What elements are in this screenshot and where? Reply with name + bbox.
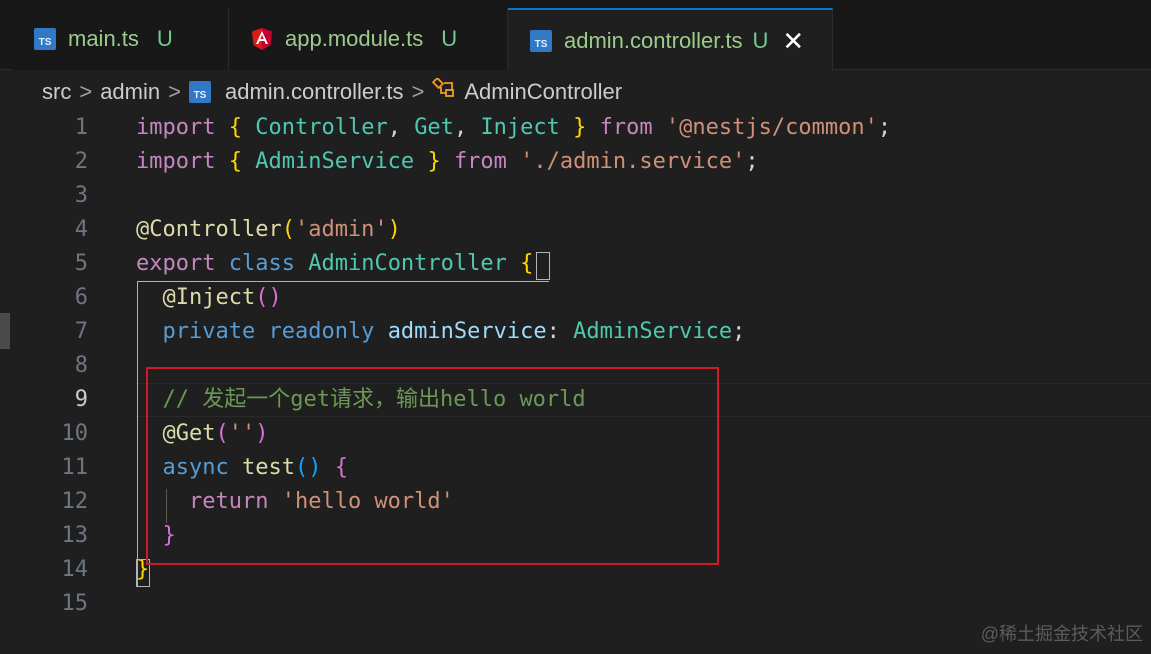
tab-main-ts[interactable]: TS main.ts U (12, 8, 229, 70)
line-number: 14 (61, 557, 89, 582)
code-line: 3 (0, 179, 1151, 213)
line-number: 11 (61, 455, 89, 480)
line-number: 9 (74, 387, 88, 412)
untracked-badge: U (441, 26, 458, 51)
code-text: @Inject() (162, 285, 282, 310)
code-text: import { AdminService } from './admin.se… (136, 149, 759, 174)
code-text: private readonly adminService: AdminServ… (162, 319, 746, 344)
line-number: 2 (74, 149, 88, 174)
code-line: 5 export class AdminController { (0, 247, 1151, 281)
line-number: 10 (61, 421, 89, 446)
tab-admin-controller-ts[interactable]: TS admin.controller.ts U ✕ (508, 8, 833, 71)
line-number: 4 (74, 217, 88, 242)
code-line: 2 import { AdminService } from './admin.… (0, 145, 1151, 179)
typescript-icon: TS (530, 29, 552, 52)
breadcrumb-item-src[interactable]: src (42, 79, 71, 105)
code-text: import { Controller, Get, Inject } from … (136, 115, 892, 140)
class-symbol-icon (432, 76, 458, 106)
code-line: 15 (0, 587, 1151, 621)
code-line: 6 @Inject() (0, 281, 1151, 315)
editor-tab-bar: TS main.ts U app.module.ts U TS admin.co… (0, 0, 1151, 71)
matching-bracket-open (536, 252, 550, 280)
code-line: 1 import { Controller, Get, Inject } fro… (0, 111, 1151, 145)
code-line: 7 private readonly adminService: AdminSe… (0, 315, 1151, 349)
breadcrumb-item-symbol[interactable]: AdminController (464, 79, 622, 105)
line-number: 1 (74, 115, 88, 140)
chevron-right-icon: > (411, 79, 425, 104)
bracket-pair-guide-top (137, 281, 549, 283)
chevron-right-icon: > (168, 79, 181, 104)
code-line: 4 @Controller('admin') (0, 213, 1151, 247)
line-number: 3 (74, 183, 88, 208)
typescript-icon: TS (188, 81, 211, 103)
untracked-badge: U (752, 27, 769, 53)
code-text: export class AdminController { (136, 251, 534, 276)
close-icon[interactable]: ✕ (782, 28, 804, 54)
untracked-badge: U (156, 26, 173, 51)
line-number: 6 (74, 285, 88, 310)
line-number: 12 (61, 489, 89, 514)
typescript-icon: TS (34, 28, 56, 50)
line-number: 7 (74, 319, 88, 344)
tab-label: admin.controller.ts (564, 27, 743, 53)
tab-label: main.ts (68, 26, 139, 51)
annotation-highlight-box (146, 367, 719, 565)
breadcrumb-item-admin[interactable]: admin (100, 79, 160, 105)
line-number: 8 (74, 353, 88, 378)
line-number: 15 (61, 591, 89, 616)
tab-app-module-ts[interactable]: app.module.ts U (229, 8, 508, 70)
chevron-right-icon: > (79, 79, 93, 104)
breadcrumb-item-file[interactable]: admin.controller.ts (225, 79, 404, 105)
line-number: 5 (74, 251, 88, 276)
line-number: 13 (61, 523, 89, 548)
breadcrumb: src > admin > TS admin.controller.ts > A… (0, 70, 1151, 114)
watermark: @稀土掘金技术社区 (980, 624, 1143, 644)
tab-label: app.module.ts (285, 26, 424, 51)
angular-icon (251, 27, 273, 51)
code-text: @Controller('admin') (136, 217, 401, 242)
